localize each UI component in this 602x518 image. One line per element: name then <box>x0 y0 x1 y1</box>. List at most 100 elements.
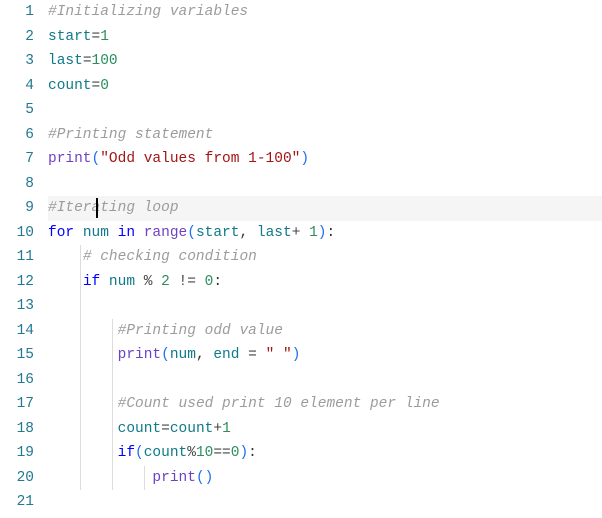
token-paren: ( <box>161 347 170 363</box>
indent-guide <box>80 417 81 442</box>
line-number: 14 <box>0 319 34 344</box>
token-ident: count <box>48 78 92 94</box>
code-line[interactable]: if(count%10==0): <box>48 441 602 466</box>
indent-guide <box>112 368 113 393</box>
token-op: = <box>92 78 101 94</box>
token-num: 1 <box>222 421 231 437</box>
line-number: 19 <box>0 441 34 466</box>
token-space <box>152 274 161 290</box>
indent-guide <box>80 319 81 344</box>
line-number: 12 <box>0 270 34 295</box>
line-number: 1 <box>0 0 34 25</box>
code-line[interactable]: print() <box>48 466 602 491</box>
code-line[interactable]: print(num, end = " ") <box>48 343 602 368</box>
line-number: 15 <box>0 343 34 368</box>
token-op: % <box>187 445 196 461</box>
token-op: = <box>92 29 101 45</box>
code-line[interactable]: count=0 <box>48 74 602 99</box>
code-line[interactable]: print("Odd values from 1-100") <box>48 147 602 172</box>
code-line[interactable]: if num % 2 != 0: <box>48 270 602 295</box>
token-space <box>257 347 266 363</box>
token-ident: end <box>213 347 239 363</box>
line-number: 2 <box>0 25 34 50</box>
code-line[interactable]: start=1 <box>48 25 602 50</box>
token-comment: #Printing odd value <box>118 323 283 339</box>
code-line[interactable]: for num in range(start, last+ 1): <box>48 221 602 246</box>
code-line[interactable] <box>48 98 602 123</box>
token-space <box>239 347 248 363</box>
code-area[interactable]: #Initializing variablesstart=1last=100co… <box>48 0 602 518</box>
token-op: = <box>161 421 170 437</box>
line-number: 17 <box>0 392 34 417</box>
line-number: 21 <box>0 490 34 515</box>
token-kw: if <box>118 445 135 461</box>
line-number: 3 <box>0 49 34 74</box>
indent-guide <box>112 441 113 466</box>
indent-guide <box>80 466 81 491</box>
token-comment: # checking condition <box>83 249 257 265</box>
code-line[interactable] <box>48 368 602 393</box>
indent-guide <box>80 368 81 393</box>
code-line[interactable]: last=100 <box>48 49 602 74</box>
code-line[interactable]: #Printing statement <box>48 123 602 148</box>
token-comment: #Iterating loop <box>48 200 179 216</box>
code-line[interactable] <box>48 172 602 197</box>
token-plain: : <box>248 445 257 461</box>
token-kw: if <box>83 274 100 290</box>
token-space <box>100 274 109 290</box>
token-space <box>135 225 144 241</box>
token-num: 10 <box>196 445 213 461</box>
token-space <box>300 225 309 241</box>
token-op: = <box>83 53 92 69</box>
token-num: 100 <box>92 53 118 69</box>
token-ident: num <box>170 347 196 363</box>
line-number: 7 <box>0 147 34 172</box>
indent-guide <box>112 343 113 368</box>
token-func: print <box>152 470 196 486</box>
indent-guide <box>80 392 81 417</box>
code-editor[interactable]: 123456789101112131415161718192021 #Initi… <box>0 0 602 518</box>
indent-guide <box>144 466 145 491</box>
token-kw: in <box>118 225 135 241</box>
line-number: 18 <box>0 417 34 442</box>
code-line[interactable]: #Iterating loop <box>48 196 602 221</box>
code-line[interactable]: #Initializing variables <box>48 0 602 25</box>
token-kw: for <box>48 225 74 241</box>
code-line[interactable] <box>48 490 602 515</box>
indent-guide <box>80 343 81 368</box>
token-ident: num <box>83 225 109 241</box>
token-paren: ( <box>187 225 196 241</box>
token-space <box>196 274 205 290</box>
code-line[interactable]: count=count+1 <box>48 417 602 442</box>
token-func: print <box>118 347 162 363</box>
indent-guide <box>112 392 113 417</box>
token-ident: start <box>196 225 240 241</box>
token-string: " " <box>266 347 292 363</box>
token-op: != <box>179 274 196 290</box>
token-comment: #Initializing variables <box>48 4 248 20</box>
token-num: 1 <box>100 29 109 45</box>
line-number: 9 <box>0 196 34 221</box>
token-ident: start <box>48 29 92 45</box>
code-line[interactable]: #Printing odd value <box>48 319 602 344</box>
token-paren: ( <box>135 445 144 461</box>
token-paren: ) <box>292 347 301 363</box>
code-line[interactable]: # checking condition <box>48 245 602 270</box>
token-space <box>109 225 118 241</box>
indent-guide <box>112 466 113 491</box>
token-plain: , <box>239 225 256 241</box>
indent-guide <box>80 245 81 270</box>
token-op: = <box>248 347 257 363</box>
code-line[interactable]: #Count used print 10 element per line <box>48 392 602 417</box>
indent-guide <box>112 417 113 442</box>
token-ident: last <box>257 225 292 241</box>
line-number: 11 <box>0 245 34 270</box>
token-ident: count <box>170 421 214 437</box>
token-ident: num <box>109 274 135 290</box>
code-line[interactable] <box>48 294 602 319</box>
token-num: 1 <box>309 225 318 241</box>
indent-guide <box>112 319 113 344</box>
token-paren: ) <box>300 151 309 167</box>
line-number: 20 <box>0 466 34 491</box>
line-number-gutter: 123456789101112131415161718192021 <box>0 0 48 518</box>
